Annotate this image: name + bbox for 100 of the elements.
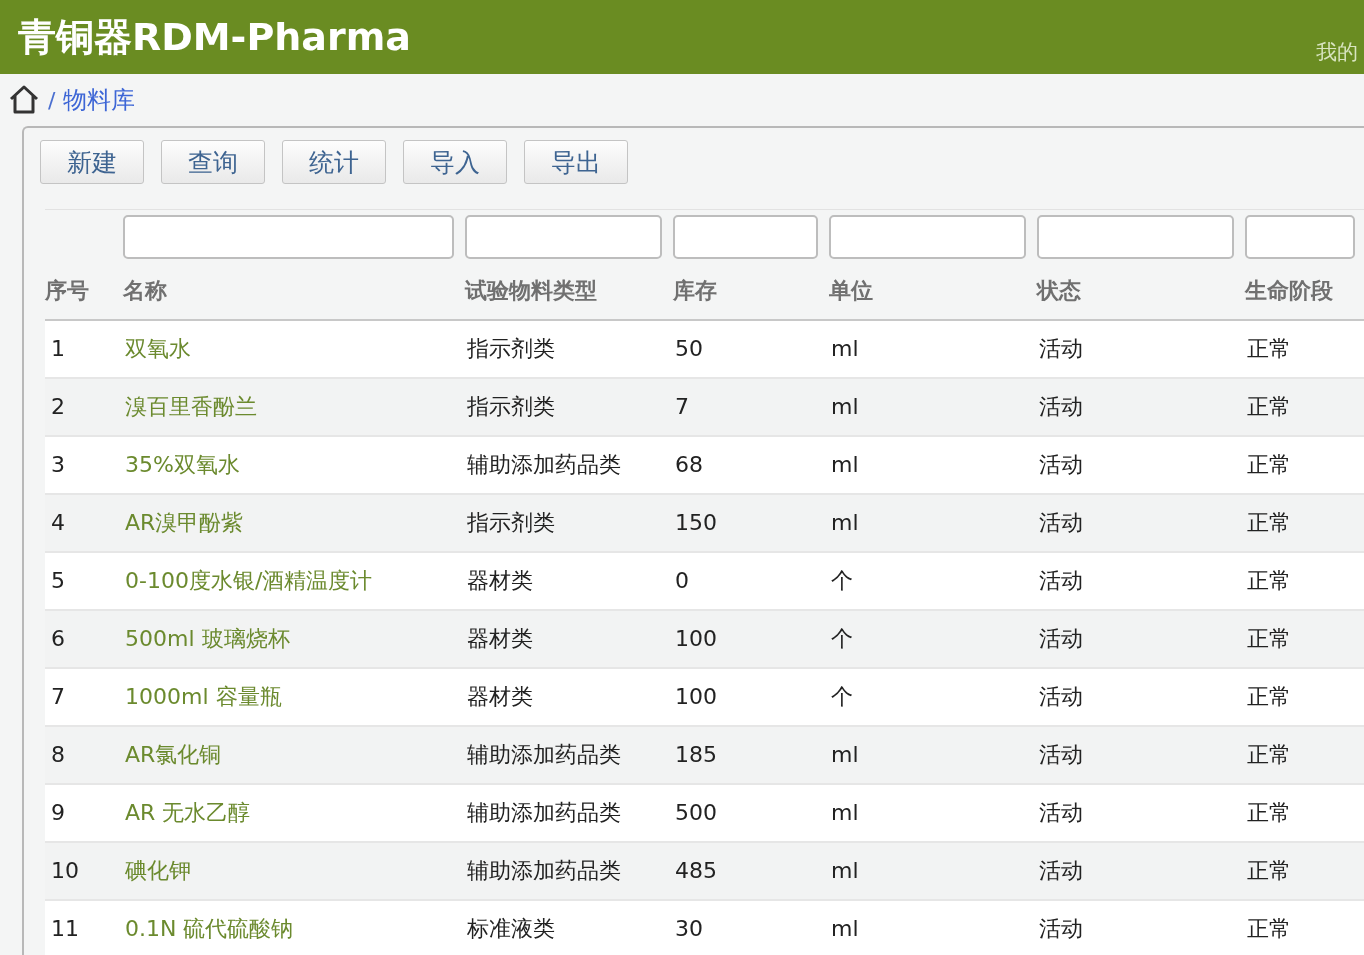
toolbar-button[interactable]: 导入 — [403, 140, 507, 184]
material-link[interactable]: AR氯化铜 — [123, 725, 465, 784]
material-link[interactable]: 0-100度水银/酒精温度计 — [123, 551, 465, 610]
filter-input[interactable] — [465, 214, 662, 259]
table-cell: 4 — [45, 493, 123, 552]
table-cell: 正常 — [1245, 377, 1364, 436]
table-cell: 活动 — [1037, 551, 1245, 610]
table-cell: 1 — [45, 319, 123, 378]
table-cell: 活动 — [1037, 899, 1245, 955]
table-cell: 活动 — [1037, 493, 1245, 552]
table-cell: 活动 — [1037, 609, 1245, 668]
table-cell: 指示剂类 — [465, 493, 673, 552]
table-cell: 个 — [829, 667, 1037, 726]
material-link[interactable]: 碘化钾 — [123, 841, 465, 900]
filter-input[interactable] — [673, 214, 818, 259]
table-cell: 7 — [673, 377, 829, 436]
table-cell: 2 — [45, 377, 123, 436]
toolbar-button[interactable]: 统计 — [282, 140, 386, 184]
column-header: 序号 — [45, 263, 123, 320]
table-cell: ml — [829, 841, 1037, 900]
material-link[interactable]: 500ml 玻璃烧杯 — [123, 609, 465, 668]
material-link[interactable]: 双氧水 — [123, 319, 465, 378]
table-cell: 正常 — [1245, 493, 1364, 552]
table-cell: ml — [829, 725, 1037, 784]
table-cell: 辅助添加药品类 — [465, 841, 673, 900]
table-cell: 活动 — [1037, 435, 1245, 494]
table-cell: ml — [829, 783, 1037, 842]
table-cell: 100 — [673, 667, 829, 726]
table-cell: 3 — [45, 435, 123, 494]
column-header: 名称 — [123, 263, 465, 320]
toolbar-button[interactable]: 新建 — [40, 140, 144, 184]
column-header: 试验物料类型 — [465, 263, 673, 320]
material-link[interactable]: AR溴甲酚紫 — [123, 493, 465, 552]
table-cell: 器材类 — [465, 551, 673, 610]
table-cell: 50 — [673, 319, 829, 378]
table-cell: 9 — [45, 783, 123, 842]
table-cell: 活动 — [1037, 841, 1245, 900]
material-link[interactable]: AR 无水乙醇 — [123, 783, 465, 842]
table-cell: 10 — [45, 841, 123, 900]
table-cell: 150 — [673, 493, 829, 552]
table-cell: 正常 — [1245, 783, 1364, 842]
table-cell: ml — [829, 899, 1037, 955]
table-cell: 正常 — [1245, 551, 1364, 610]
table-cell: 正常 — [1245, 725, 1364, 784]
table-cell: 辅助添加药品类 — [465, 725, 673, 784]
table-cell: 正常 — [1245, 899, 1364, 955]
table-cell: 辅助添加药品类 — [465, 435, 673, 494]
material-link[interactable]: 35%双氧水 — [123, 435, 465, 494]
table-cell: ml — [829, 435, 1037, 494]
table-cell: 11 — [45, 899, 123, 955]
table-cell: 正常 — [1245, 319, 1364, 378]
breadcrumb-link[interactable]: 物料库 — [63, 84, 136, 116]
table-cell: 5 — [45, 551, 123, 610]
table-cell: 正常 — [1245, 841, 1364, 900]
table-cell: 0 — [673, 551, 829, 610]
table-cell: 6 — [45, 609, 123, 668]
table-cell: 活动 — [1037, 377, 1245, 436]
table-cell: 个 — [829, 551, 1037, 610]
table-cell: 正常 — [1245, 609, 1364, 668]
table-cell: ml — [829, 319, 1037, 378]
material-link[interactable]: 0.1N 硫代硫酸钠 — [123, 899, 465, 955]
column-header: 生命阶段 — [1245, 263, 1364, 320]
table-cell: 68 — [673, 435, 829, 494]
table-cell: 活动 — [1037, 319, 1245, 378]
table-cell: 指示剂类 — [465, 319, 673, 378]
table-cell: 指示剂类 — [465, 377, 673, 436]
material-link[interactable]: 溴百里香酚兰 — [123, 377, 465, 436]
toolbar-button[interactable]: 查询 — [161, 140, 265, 184]
table-cell: ml — [829, 377, 1037, 436]
table-cell: 7 — [45, 667, 123, 726]
filter-input[interactable] — [1037, 214, 1234, 259]
table-cell: 100 — [673, 609, 829, 668]
table-cell: 活动 — [1037, 667, 1245, 726]
table-cell: 185 — [673, 725, 829, 784]
filter-input[interactable] — [123, 214, 454, 259]
table-cell: 485 — [673, 841, 829, 900]
table-cell: 活动 — [1037, 725, 1245, 784]
table-cell: 器材类 — [465, 609, 673, 668]
filter-input[interactable] — [829, 214, 1026, 259]
table-cell: 个 — [829, 609, 1037, 668]
table-cell: 8 — [45, 725, 123, 784]
table-cell: 500 — [673, 783, 829, 842]
table-cell: 辅助添加药品类 — [465, 783, 673, 842]
column-header: 单位 — [829, 263, 1037, 320]
toolbar-button[interactable]: 导出 — [524, 140, 628, 184]
table-cell: 活动 — [1037, 783, 1245, 842]
material-link[interactable]: 1000ml 容量瓶 — [123, 667, 465, 726]
home-icon[interactable] — [8, 85, 40, 115]
table-cell: ml — [829, 493, 1037, 552]
breadcrumb-separator: / — [48, 87, 56, 113]
table-cell: 正常 — [1245, 667, 1364, 726]
table-cell: 标准液类 — [465, 899, 673, 955]
table-cell: 30 — [673, 899, 829, 955]
user-menu[interactable]: 我的 — [1316, 38, 1358, 66]
column-header: 库存 — [673, 263, 829, 320]
column-header: 状态 — [1037, 263, 1245, 320]
table-cell: 正常 — [1245, 435, 1364, 494]
app-title: 青铜器RDM-Pharma — [18, 13, 411, 61]
filter-input[interactable] — [1245, 214, 1355, 259]
table-cell: 器材类 — [465, 667, 673, 726]
